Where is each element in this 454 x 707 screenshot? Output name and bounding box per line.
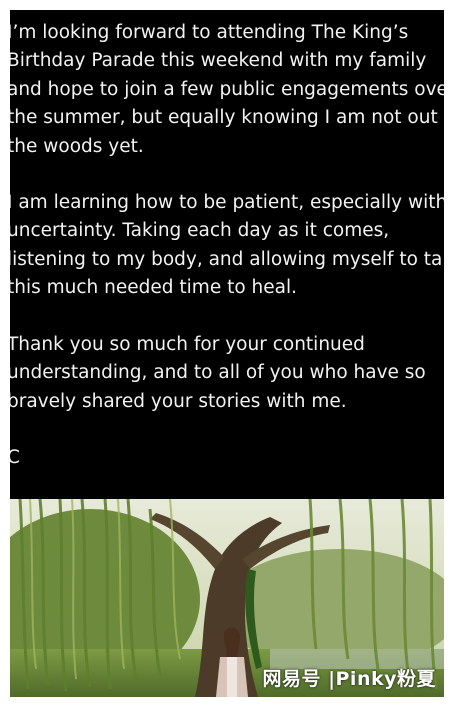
signature: C	[10, 447, 20, 468]
statement-paragraph-1: I’m looking forward to attending The Kin…	[10, 22, 444, 157]
garden-photo: 网易号 |Pinky粉夏	[10, 499, 444, 697]
watermark-text: 网易号 |Pinky粉夏	[262, 668, 436, 690]
statement-paragraph-3: Thank you so much for your continued und…	[10, 334, 426, 412]
screenshot-frame: I’m looking forward to attending The Kin…	[10, 10, 444, 697]
statement-text-panel: I’m looking forward to attending The Kin…	[10, 10, 444, 499]
statement-paragraph-2: I am learning how to be patient, especia…	[10, 192, 444, 299]
